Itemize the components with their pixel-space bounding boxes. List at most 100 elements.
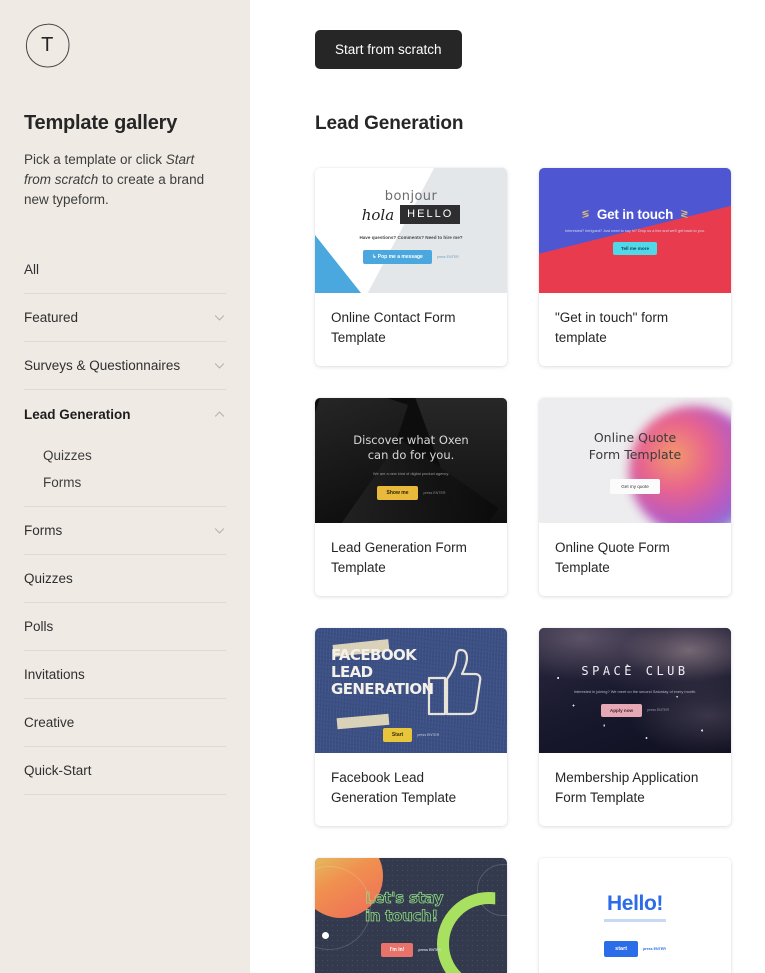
template-card-title: Membership Application Form Template bbox=[555, 770, 699, 805]
thumb-line3: GENERATION bbox=[331, 680, 434, 698]
thumb-subtitle: We are a new kind of digital product age… bbox=[372, 471, 450, 476]
thumb-heading: SPACE CLUB bbox=[581, 664, 689, 678]
thumbnail-content: SPACE CLUB Interested in joining? We mee… bbox=[539, 628, 731, 753]
template-card[interactable]: Discover what Oxen can do for you. We ar… bbox=[315, 398, 507, 596]
thumb-line2: can do for you. bbox=[367, 448, 455, 462]
template-thumbnail: Let's stay in touch! I'm in! press ENTER bbox=[315, 858, 507, 973]
sidebar-item-label: Surveys & Questionnaires bbox=[24, 358, 181, 373]
thumb-cta-button: ↳ Pop me a message bbox=[363, 250, 432, 264]
sidebar-item-lead-generation[interactable]: Lead Generation bbox=[24, 390, 226, 438]
page-title: Template gallery bbox=[24, 112, 178, 134]
start-from-scratch-button[interactable]: Start from scratch bbox=[315, 30, 462, 69]
thumbnail-content: Hello! start press ENTER bbox=[539, 858, 731, 973]
thumb-cta-button: I'm in! bbox=[380, 943, 414, 957]
template-thumbnail: Discover what Oxen can do for you. We ar… bbox=[315, 398, 507, 523]
thumb-line2b: HELLO bbox=[400, 205, 461, 224]
template-card[interactable]: Hello! start press ENTER bbox=[539, 858, 731, 973]
section-title: Lead Generation bbox=[315, 113, 464, 134]
main-content: Start from scratch Lead Generation bonjo… bbox=[250, 0, 765, 973]
thumbnail-content: Online Quote Form Template Get my quote bbox=[539, 398, 731, 523]
template-thumbnail: bonjour hola HELLO Have questions? Comme… bbox=[315, 168, 507, 293]
thumb-hint: press ENTER bbox=[436, 255, 459, 259]
sidebar-item-invitations[interactable]: Invitations bbox=[24, 651, 226, 699]
template-gallery-page: T Template gallery Pick a template or cl… bbox=[0, 0, 765, 973]
template-thumbnail: SPACE CLUB Interested in joining? We mee… bbox=[539, 628, 731, 753]
thumbnail-content: ≶ Get in touch ≷ Interested? Intrigued? … bbox=[539, 168, 731, 293]
thumb-button-row: Start press ENTER bbox=[315, 728, 507, 742]
sidebar-item-label: Quick-Start bbox=[24, 763, 92, 778]
thumb-button-row: ↳ Pop me a message press ENTER bbox=[315, 250, 507, 264]
typeform-logo[interactable]: T bbox=[24, 22, 71, 69]
thumb-heading: FACEBOOK LEAD GENERATION bbox=[331, 647, 507, 698]
template-card[interactable]: Online Quote Form Template Get my quote … bbox=[539, 398, 731, 596]
thumb-line1: Online Quote bbox=[593, 430, 677, 445]
sparkle-icon: ≷ bbox=[680, 209, 689, 220]
chevron-down-icon bbox=[214, 363, 225, 369]
thumbnail-content: Discover what Oxen can do for you. We ar… bbox=[315, 398, 507, 523]
sidebar-item-label: All bbox=[24, 262, 40, 277]
thumb-cta-button: Get my quote bbox=[610, 479, 660, 494]
thumb-cta-button: Apply now bbox=[600, 703, 643, 717]
sidebar-item-label: Forms bbox=[24, 523, 63, 538]
category-nav: All Featured Surveys & Questionnaires Le… bbox=[24, 246, 226, 795]
sidebar-item-label: Lead Generation bbox=[24, 406, 131, 422]
chevron-up-icon bbox=[214, 410, 225, 417]
sidebar-item-creative[interactable]: Creative bbox=[24, 699, 226, 747]
template-card[interactable]: Let's stay in touch! I'm in! press ENTER bbox=[315, 858, 507, 973]
template-thumbnail: Online Quote Form Template Get my quote bbox=[539, 398, 731, 523]
thumb-line1: bonjour bbox=[384, 189, 438, 204]
thumb-heading: Let's stay in touch! bbox=[365, 889, 507, 926]
thumb-heading: Hello! bbox=[607, 892, 663, 915]
template-thumbnail: ≶ Get in touch ≷ Interested? Intrigued? … bbox=[539, 168, 731, 293]
template-card-title: Online Contact Form Template bbox=[331, 310, 456, 345]
sidebar-item-label: Invitations bbox=[24, 667, 85, 682]
thumb-line1: FACEBOOK bbox=[331, 646, 417, 664]
template-card[interactable]: bonjour hola HELLO Have questions? Comme… bbox=[315, 168, 507, 366]
template-grid: bonjour hola HELLO Have questions? Comme… bbox=[315, 168, 732, 973]
template-card[interactable]: ≶ Get in touch ≷ Interested? Intrigued? … bbox=[539, 168, 731, 366]
logo-letter: T bbox=[41, 34, 54, 56]
template-thumbnail: FACEBOOK LEAD GENERATION Start press ENT… bbox=[315, 628, 507, 753]
sidebar-item-label: Polls bbox=[24, 619, 54, 634]
thumb-line2: in touch! bbox=[365, 907, 439, 926]
thumb-button-row: Show me press ENTER bbox=[315, 486, 507, 500]
template-card[interactable]: SPACE CLUB Interested in joining? We mee… bbox=[539, 628, 731, 826]
thumb-cta-button: Tell me more bbox=[613, 241, 657, 255]
thumb-button-row: start press ENTER bbox=[539, 941, 731, 957]
thumb-hint: press ENTER bbox=[423, 491, 446, 495]
sidebar-item-quizzes[interactable]: Quizzes bbox=[24, 555, 226, 603]
sidebar-item-all[interactable]: All bbox=[24, 246, 226, 294]
thumb-line1: Discover what Oxen bbox=[353, 433, 469, 447]
thumb-hint: press ENTER bbox=[417, 733, 440, 737]
thumb-heading: Discover what Oxen can do for you. bbox=[315, 433, 507, 463]
logo-wrap: T bbox=[24, 0, 226, 79]
sidebar-item-quick-start[interactable]: Quick-Start bbox=[24, 747, 226, 795]
sidebar-subitem-forms[interactable]: Forms bbox=[24, 469, 226, 496]
thumb-line1: Let's stay bbox=[365, 889, 444, 908]
thumb-subtitle: Interested? Intrigued? Just need to say … bbox=[565, 229, 705, 233]
thumb-button-row: Apply now press ENTER bbox=[539, 703, 731, 717]
sidebar-item-featured[interactable]: Featured bbox=[24, 294, 226, 342]
sidebar-subitem-quizzes[interactable]: Quizzes bbox=[24, 442, 226, 469]
sparkle-icon: ≶ bbox=[581, 209, 590, 220]
thumb-heading: Get in touch bbox=[596, 207, 674, 222]
sidebar-item-surveys-questionnaires[interactable]: Surveys & Questionnaires bbox=[24, 342, 226, 390]
sidebar: T Template gallery Pick a template or cl… bbox=[0, 0, 250, 973]
thumb-cta-button: Start bbox=[382, 728, 413, 742]
thumb-hint: press ENTER bbox=[643, 947, 666, 951]
thumb-heading-row: ≶ Get in touch ≷ bbox=[539, 207, 731, 222]
thumb-line2a: hola bbox=[361, 205, 395, 224]
chevron-down-icon bbox=[214, 528, 225, 534]
page-description: Pick a template or click Start from scra… bbox=[24, 150, 220, 210]
template-card-title: Online Quote Form Template bbox=[555, 540, 670, 575]
chevron-down-icon bbox=[214, 315, 225, 321]
template-thumbnail: Hello! start press ENTER bbox=[539, 858, 731, 973]
template-card-title: Facebook Lead Generation Template bbox=[331, 770, 457, 805]
sidebar-item-polls[interactable]: Polls bbox=[24, 603, 226, 651]
thumb-cta-button: start bbox=[604, 941, 639, 957]
thumb-hint: press ENTER bbox=[418, 948, 442, 952]
template-card[interactable]: FACEBOOK LEAD GENERATION Start press ENT… bbox=[315, 628, 507, 826]
sidebar-item-label: Featured bbox=[24, 310, 79, 325]
sidebar-item-forms[interactable]: Forms bbox=[24, 507, 226, 555]
description-part1: Pick a template or click bbox=[24, 152, 166, 167]
